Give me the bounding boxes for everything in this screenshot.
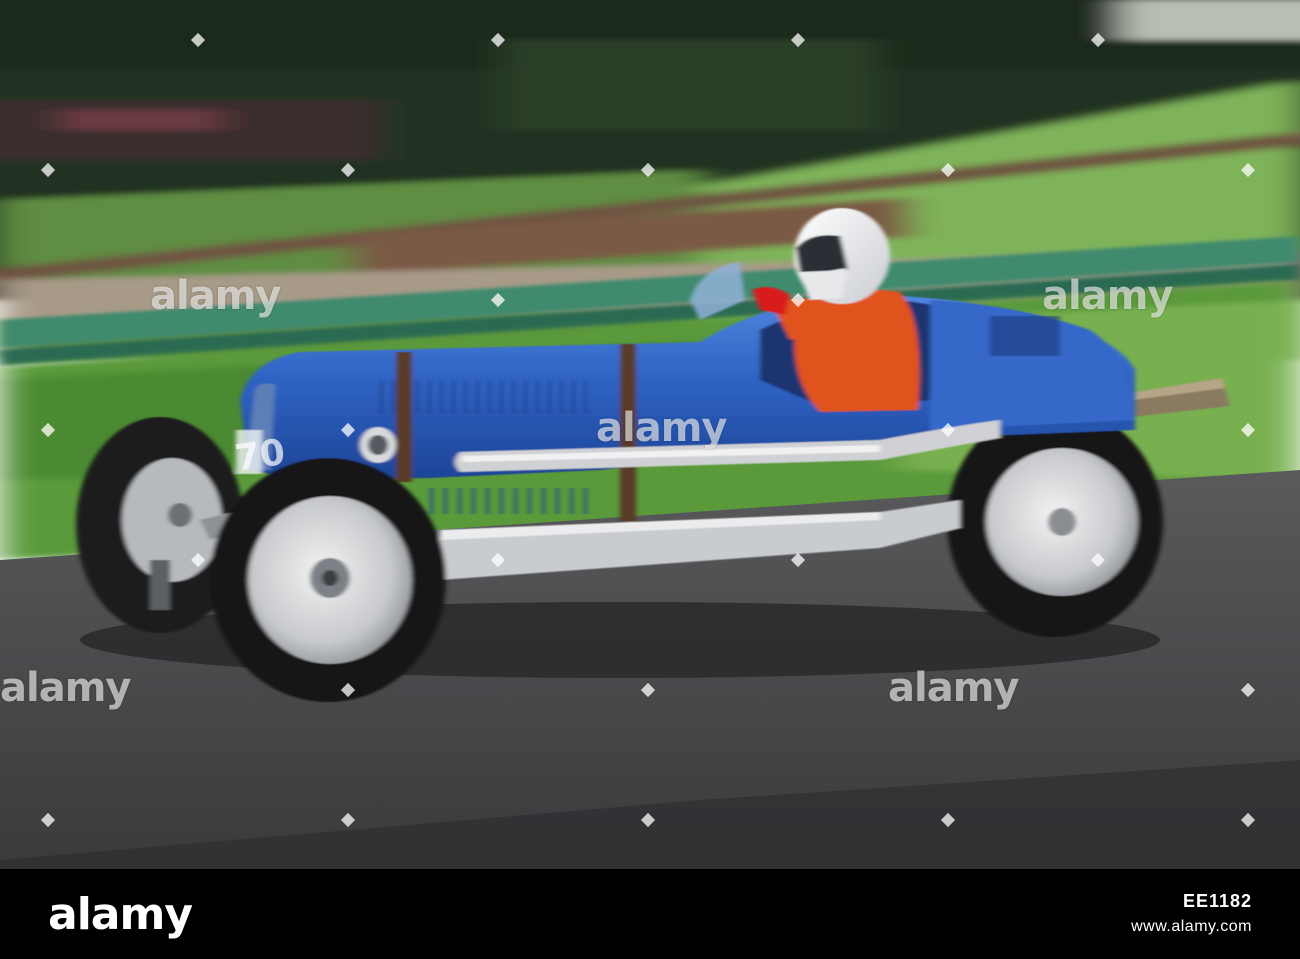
watermark-text: alamy	[596, 405, 727, 451]
watermark-text: alamy	[1042, 273, 1173, 319]
watermark-text: alamy	[150, 273, 281, 319]
racing-photo: 70 alamy alamy alamy alamy alamy	[0, 0, 1300, 869]
site-url[interactable]: www.alamy.com	[1131, 918, 1252, 936]
watermark-text: alamy	[888, 665, 1019, 711]
footer-bar: alamy EE1182 www.alamy.com	[0, 869, 1300, 959]
footer-info: EE1182 www.alamy.com	[1131, 891, 1252, 936]
footer-logo[interactable]: alamy	[48, 889, 193, 940]
image-id: EE1182	[1182, 891, 1252, 911]
watermark-text: alamy	[0, 665, 131, 711]
front-near-wheel	[210, 458, 446, 702]
car-number: 70	[232, 432, 287, 480]
